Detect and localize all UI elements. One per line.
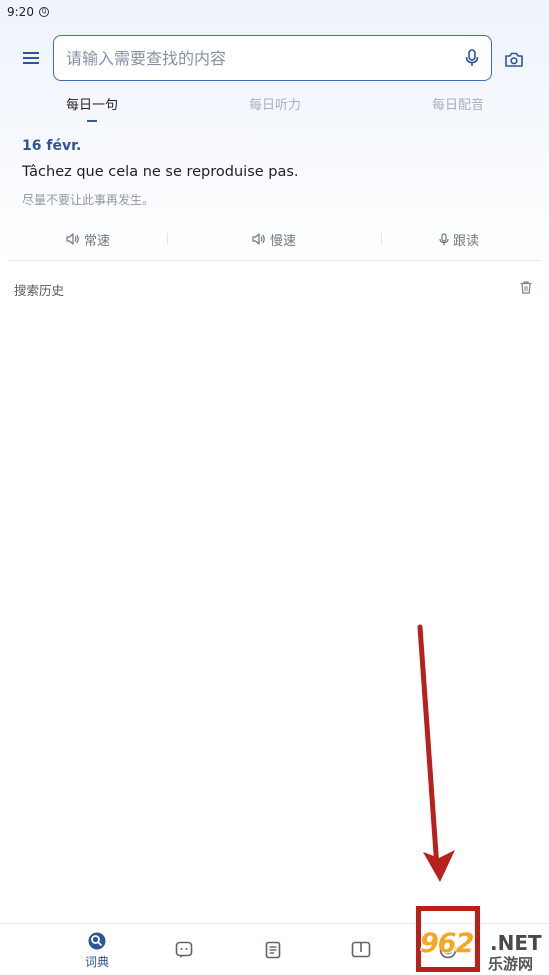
trash-icon <box>520 280 532 294</box>
notes-icon <box>265 941 281 959</box>
clear-history-button[interactable] <box>518 279 534 295</box>
speaker-icon <box>66 233 79 245</box>
normal-speed-button[interactable]: 常速 <box>66 228 110 250</box>
dictionary-icon <box>88 932 106 949</box>
status-bar: 9:20 Q <box>0 0 549 24</box>
nav-chat[interactable] <box>154 924 214 975</box>
tab-daily-sentence[interactable]: 每日一句 <box>66 94 118 113</box>
daily-sentence[interactable]: Tâchez que cela ne se reproduise pas. <box>22 164 299 180</box>
audio-separator <box>167 233 168 244</box>
search-history-title: 搜索历史 <box>14 283 65 298</box>
menu-button[interactable] <box>20 47 42 69</box>
status-time: 9:20 <box>7 5 34 19</box>
chat-icon <box>175 941 193 958</box>
audio-controls: 常速 慢速 跟读 <box>0 228 549 250</box>
menu-icon <box>23 52 39 64</box>
nav-notes[interactable] <box>243 924 303 975</box>
tab-daily-listening[interactable]: 每日听力 <box>249 94 301 113</box>
active-tab-indicator <box>87 120 97 122</box>
slow-speed-label: 慢速 <box>270 233 297 249</box>
section-divider <box>8 260 541 261</box>
daily-translation: 尽量不要让此事再发生。 <box>22 193 155 207</box>
nav-dictionary[interactable]: 词典 <box>67 924 127 975</box>
camera-search-button[interactable] <box>502 47 526 71</box>
follow-read-label: 跟读 <box>453 233 480 249</box>
nav-book[interactable] <box>331 924 391 975</box>
slow-speed-button[interactable]: 慢速 <box>252 228 296 250</box>
voice-search-button[interactable] <box>461 47 483 69</box>
audio-separator <box>381 233 382 244</box>
annotation-highlight-box <box>416 906 480 972</box>
speaker-icon <box>252 233 265 245</box>
mic-icon <box>465 49 479 66</box>
tab-daily-dubbing[interactable]: 每日配音 <box>432 94 484 113</box>
daily-tabs: 每日一句 每日听力 每日配音 <box>0 94 549 124</box>
camera-icon <box>505 52 523 67</box>
follow-read-button[interactable]: 跟读 <box>439 228 479 250</box>
nav-dictionary-label: 词典 <box>84 954 109 969</box>
notification-icon: Q <box>38 7 49 17</box>
search-box[interactable] <box>53 35 492 81</box>
daily-date: 16 févr. <box>22 138 82 154</box>
mic-icon <box>439 232 449 245</box>
book-icon <box>351 941 371 958</box>
normal-speed-label: 常速 <box>84 233 111 249</box>
search-input[interactable] <box>66 48 461 68</box>
